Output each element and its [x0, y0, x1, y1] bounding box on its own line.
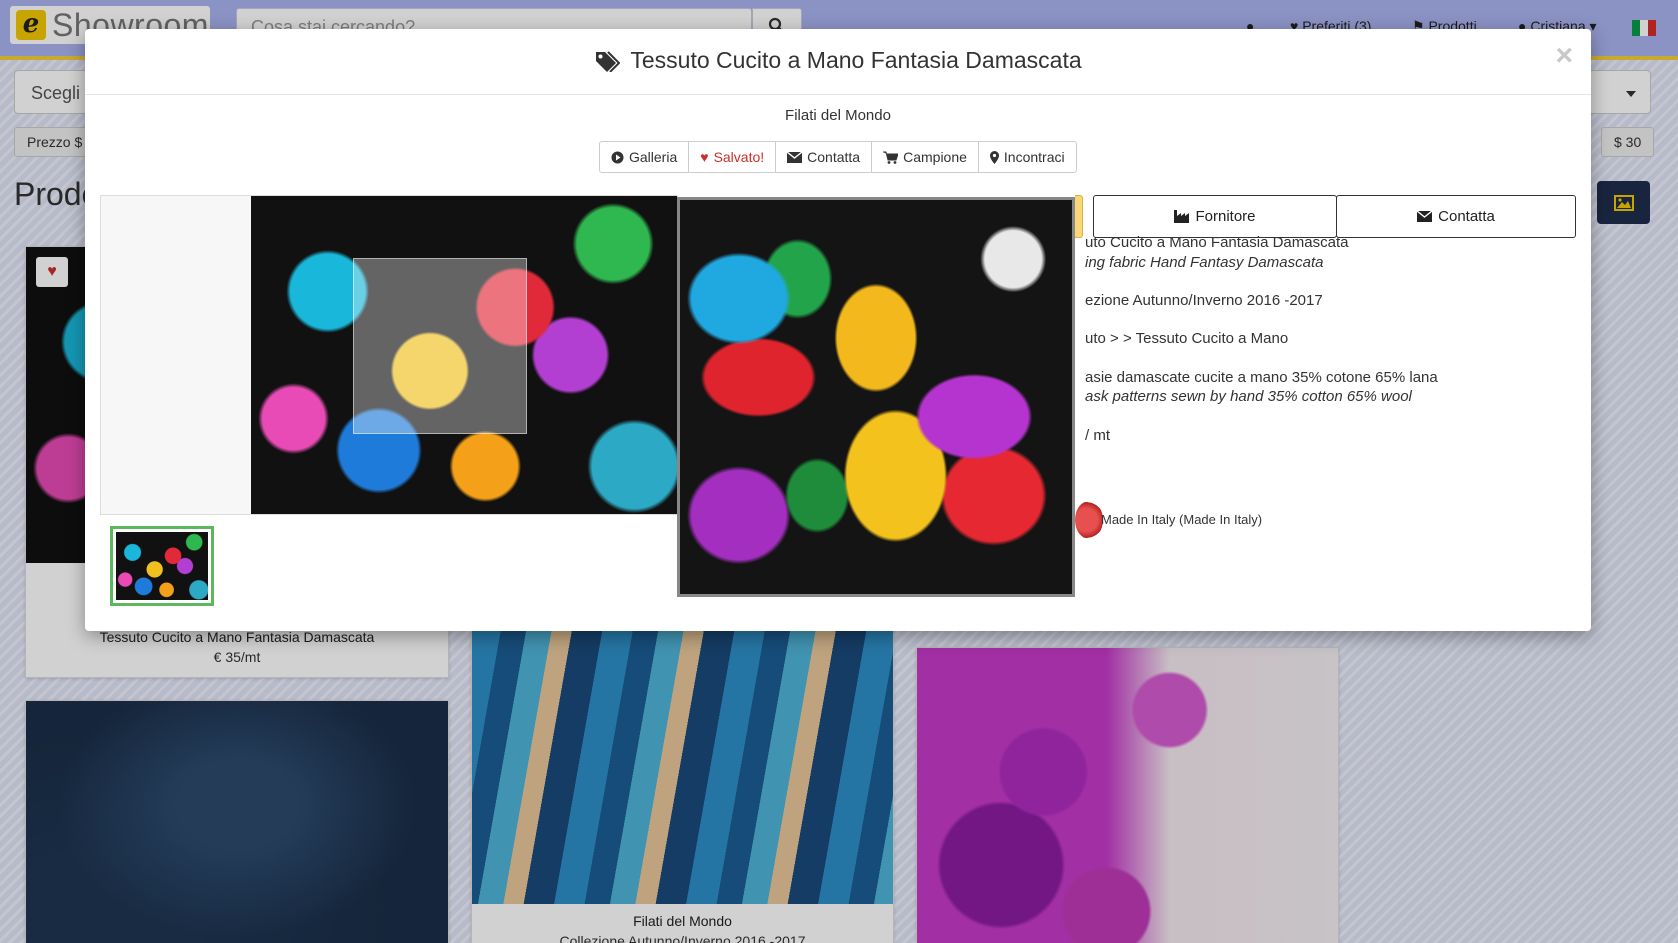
tab-contact-label: Contatta	[1438, 208, 1495, 225]
contact-button[interactable]: Contatta	[775, 141, 873, 173]
envelope-icon	[787, 151, 803, 163]
sample-button[interactable]: Campione	[871, 141, 979, 173]
meet-us-button[interactable]: Incontraci	[977, 141, 1077, 173]
product-description-it: asie damascate cucite a mano 35% cotone …	[1085, 369, 1438, 386]
modal-header: Tessuto Cucito a Mano Fantasia Damascata…	[85, 29, 1591, 95]
contact-button-label: Contatta	[807, 149, 861, 165]
product-description-en: ask patterns sewn by hand 35% cotton 65%…	[1085, 388, 1412, 405]
product-name-en: ing fabric Hand Fantasy Damascata	[1085, 254, 1324, 271]
tab-supplier[interactable]: Fornitore	[1093, 195, 1337, 238]
envelope-icon	[1417, 211, 1433, 222]
heart-icon: ♥	[700, 149, 709, 165]
product-origin: Made In Italy (Made In Italy)	[1101, 512, 1263, 527]
cart-icon	[883, 151, 899, 164]
saved-button-label: Salvato!	[713, 149, 765, 165]
saved-button[interactable]: ♥ Salvato!	[688, 141, 777, 173]
zoom-lens[interactable]	[353, 258, 527, 434]
modal-title: Tessuto Cucito a Mano Fantasia Damascata	[85, 47, 1591, 74]
product-modal: Tessuto Cucito a Mano Fantasia Damascata…	[85, 29, 1591, 631]
meet-us-button-label: Incontraci	[1003, 149, 1065, 165]
close-icon[interactable]: ×	[1555, 39, 1573, 73]
modal-actions: Galleria ♥ Salvato! Contatta Campione In…	[599, 141, 1077, 173]
play-circle-icon	[611, 151, 624, 163]
industry-icon	[1174, 210, 1190, 223]
tab-supplier-label: Fornitore	[1195, 208, 1256, 225]
product-category: uto > > Tessuto Cucito a Mano	[1085, 330, 1289, 347]
product-name-it: uto Cucito a Mano Fantasia Damascata	[1085, 234, 1349, 251]
zoom-preview	[677, 197, 1075, 597]
gallery-button[interactable]: Galleria	[599, 141, 690, 173]
image-gallery	[100, 195, 678, 515]
tags-icon	[596, 50, 621, 72]
sample-button-label: Campione	[903, 149, 967, 165]
product-collection: ezione Autunno/Inverno 2016 -2017	[1085, 292, 1323, 309]
modal-title-text: Tessuto Cucito a Mano Fantasia Damascata	[630, 47, 1082, 73]
supplier-name[interactable]: Filati del Mondo	[85, 107, 1591, 124]
product-main-image[interactable]	[251, 196, 677, 514]
map-marker-icon	[989, 150, 999, 164]
gallery-thumbnail[interactable]	[110, 526, 214, 606]
product-unit: / mt	[1085, 427, 1110, 444]
tab-details[interactable]	[1075, 195, 1083, 238]
thumbnail-image	[116, 532, 208, 600]
tab-contact[interactable]: Contatta	[1336, 195, 1576, 238]
gallery-button-label: Galleria	[629, 149, 678, 165]
origin-badge-icon	[1075, 501, 1103, 539]
